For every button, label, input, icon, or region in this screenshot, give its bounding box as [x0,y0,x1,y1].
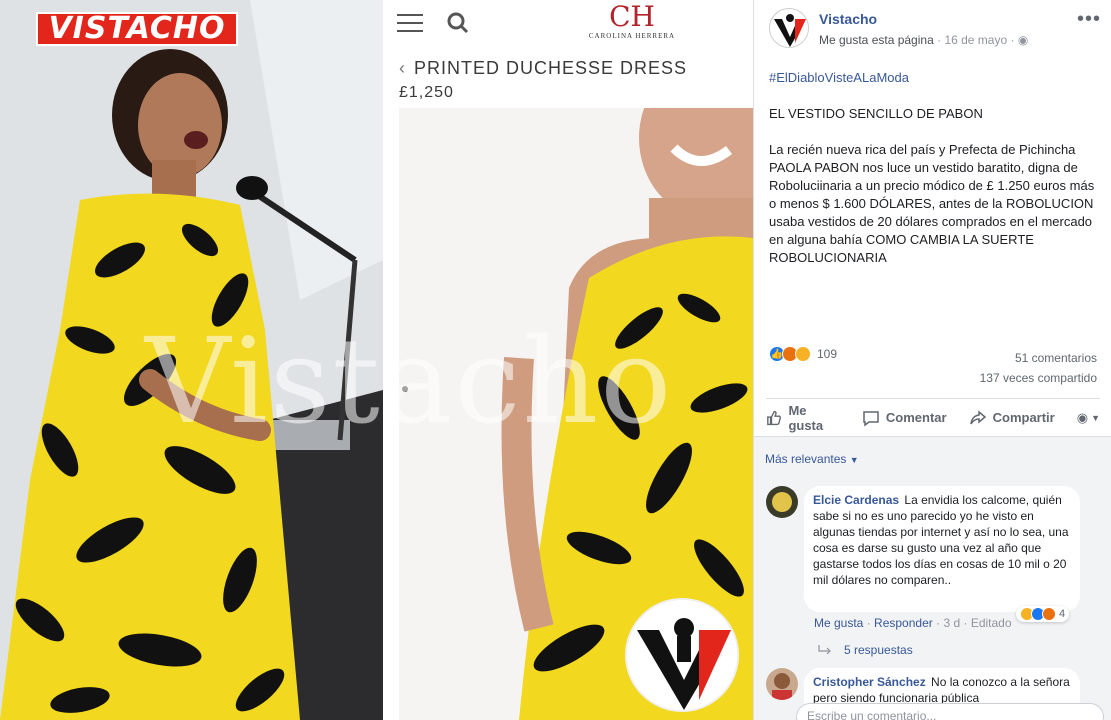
reaction-count: 109 [817,347,838,361]
comment-input[interactable]: Escribe un comentario... [796,703,1104,720]
like-button[interactable]: Me gusta [766,403,840,433]
chevron-left-icon: ‹ [399,58,406,78]
comment-like-link[interactable]: Me gusta [814,616,863,630]
carolina-herrera-logo: CH CAROLINA HERRERA [588,0,676,41]
caret-down-icon: ▼ [1091,412,1100,423]
hamburger-icon [397,14,423,32]
engagement-counts: 51 comentarios 137 veces compartido [980,348,1097,388]
page-avatar[interactable] [769,8,809,48]
facebook-post-panel: Vistacho Me gusta esta página · 16 de ma… [753,0,1111,720]
comment-edited[interactable]: Editado [971,616,1012,630]
vistacho-text-logo: VISTACHO [36,12,238,46]
reply-arrow-icon [818,645,831,655]
comment-author-link[interactable]: Elcie Cardenas [813,493,899,507]
post-photo[interactable]: VISTACHO CH CAROLINA HERRERA ‹ PRINTED DU… [0,0,753,720]
product-price: £1,250 [399,84,454,101]
post-heading: EL VESTIDO SENCILLO DE PABON [769,106,983,121]
comments-section: Más relevantes ▼ Elcie Cardenas La envid… [754,436,1111,720]
reaction-summary[interactable]: 👍 109 [769,345,837,363]
post-action-bar: Me gusta Comentar Compartir ◉ ▼ [766,398,1100,436]
commenter-avatar[interactable] [766,668,798,700]
hashtag-link[interactable]: #ElDiabloVisteALaModa [769,69,1104,87]
post-text: #ElDiabloVisteALaModa EL VESTIDO SENCILL… [769,69,1104,285]
share-count-link[interactable]: 137 veces compartido [980,368,1097,388]
comment-reply-link[interactable]: Responder [874,616,933,630]
comment-text: La envidia los calcome, quién sabe si no… [813,493,1069,587]
view-replies-link[interactable]: 5 respuestas [818,643,913,657]
globe-icon: ◉ [1076,409,1089,425]
speaker-photo: VISTACHO [0,0,383,720]
speaker-illustration [0,0,383,720]
commenter-avatar[interactable] [766,486,798,518]
post-date[interactable]: 16 de mayo [944,33,1007,47]
like-page-link[interactable]: Me gusta esta página [819,33,934,47]
product-title: ‹ PRINTED DUCHESSE DRESS [399,58,688,78]
comment-actions: Me gusta · Responder · 3 d · Editado [814,616,1012,630]
thumbs-up-icon [767,410,781,425]
comment-bubble: Elcie Cardenas La envidia los calcome, q… [804,486,1080,612]
haha-reaction-icon [795,346,811,362]
page-name-link[interactable]: Vistacho [819,11,877,27]
write-comment-row: Escribe un comentario... [762,703,1104,720]
search-icon [447,12,469,34]
comment-author-link[interactable]: Cristopher Sánchez [813,675,926,689]
comment-reactions[interactable]: 4 [1016,606,1070,622]
caret-down-icon: ▼ [849,455,859,465]
vistacho-badge-logo [625,598,739,712]
comment-time[interactable]: 3 d [943,616,960,630]
share-icon [969,409,986,424]
post-body: La recién nueva rica del país y Prefecta… [769,142,1095,265]
angry-reaction-icon [1042,607,1056,621]
globe-icon: ◉ [1017,33,1029,47]
comment-button[interactable]: Comentar [862,409,947,427]
image-dot [402,386,408,392]
sort-comments-dropdown[interactable]: Más relevantes ▼ [765,452,859,466]
more-options-icon[interactable]: ••• [1077,8,1101,31]
audience-selector[interactable]: ◉ ▼ [1077,410,1100,426]
post-meta: Me gusta esta página · 16 de mayo · ◉ [819,33,1029,47]
comment-count-link[interactable]: 51 comentarios [980,348,1097,368]
share-button[interactable]: Compartir [969,409,1055,427]
comment-icon [863,410,879,426]
